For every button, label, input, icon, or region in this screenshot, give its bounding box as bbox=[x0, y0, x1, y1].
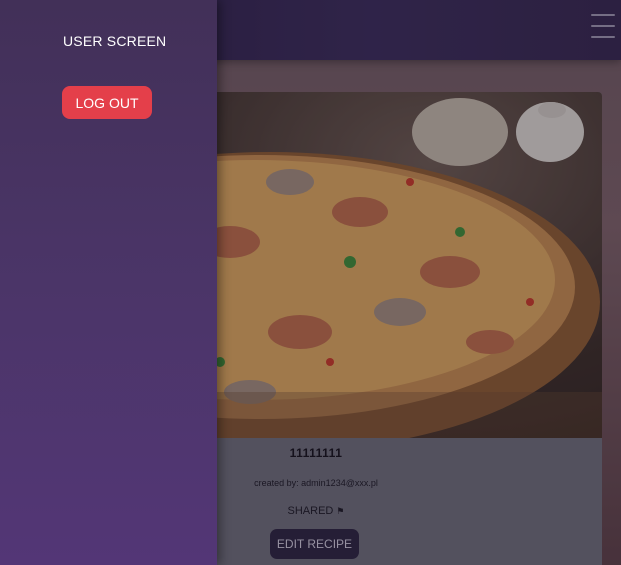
logout-button[interactable]: LOG OUT bbox=[62, 86, 152, 119]
side-drawer: USER SCREEN LOG OUT bbox=[0, 0, 217, 565]
edit-recipe-button[interactable]: EDIT RECIPE bbox=[270, 529, 359, 559]
sidebar-title: USER SCREEN bbox=[63, 33, 167, 49]
hamburger-menu-icon[interactable] bbox=[591, 14, 615, 38]
flag-icon: ⚑ bbox=[336, 506, 345, 516]
shared-label: SHARED bbox=[287, 505, 334, 517]
